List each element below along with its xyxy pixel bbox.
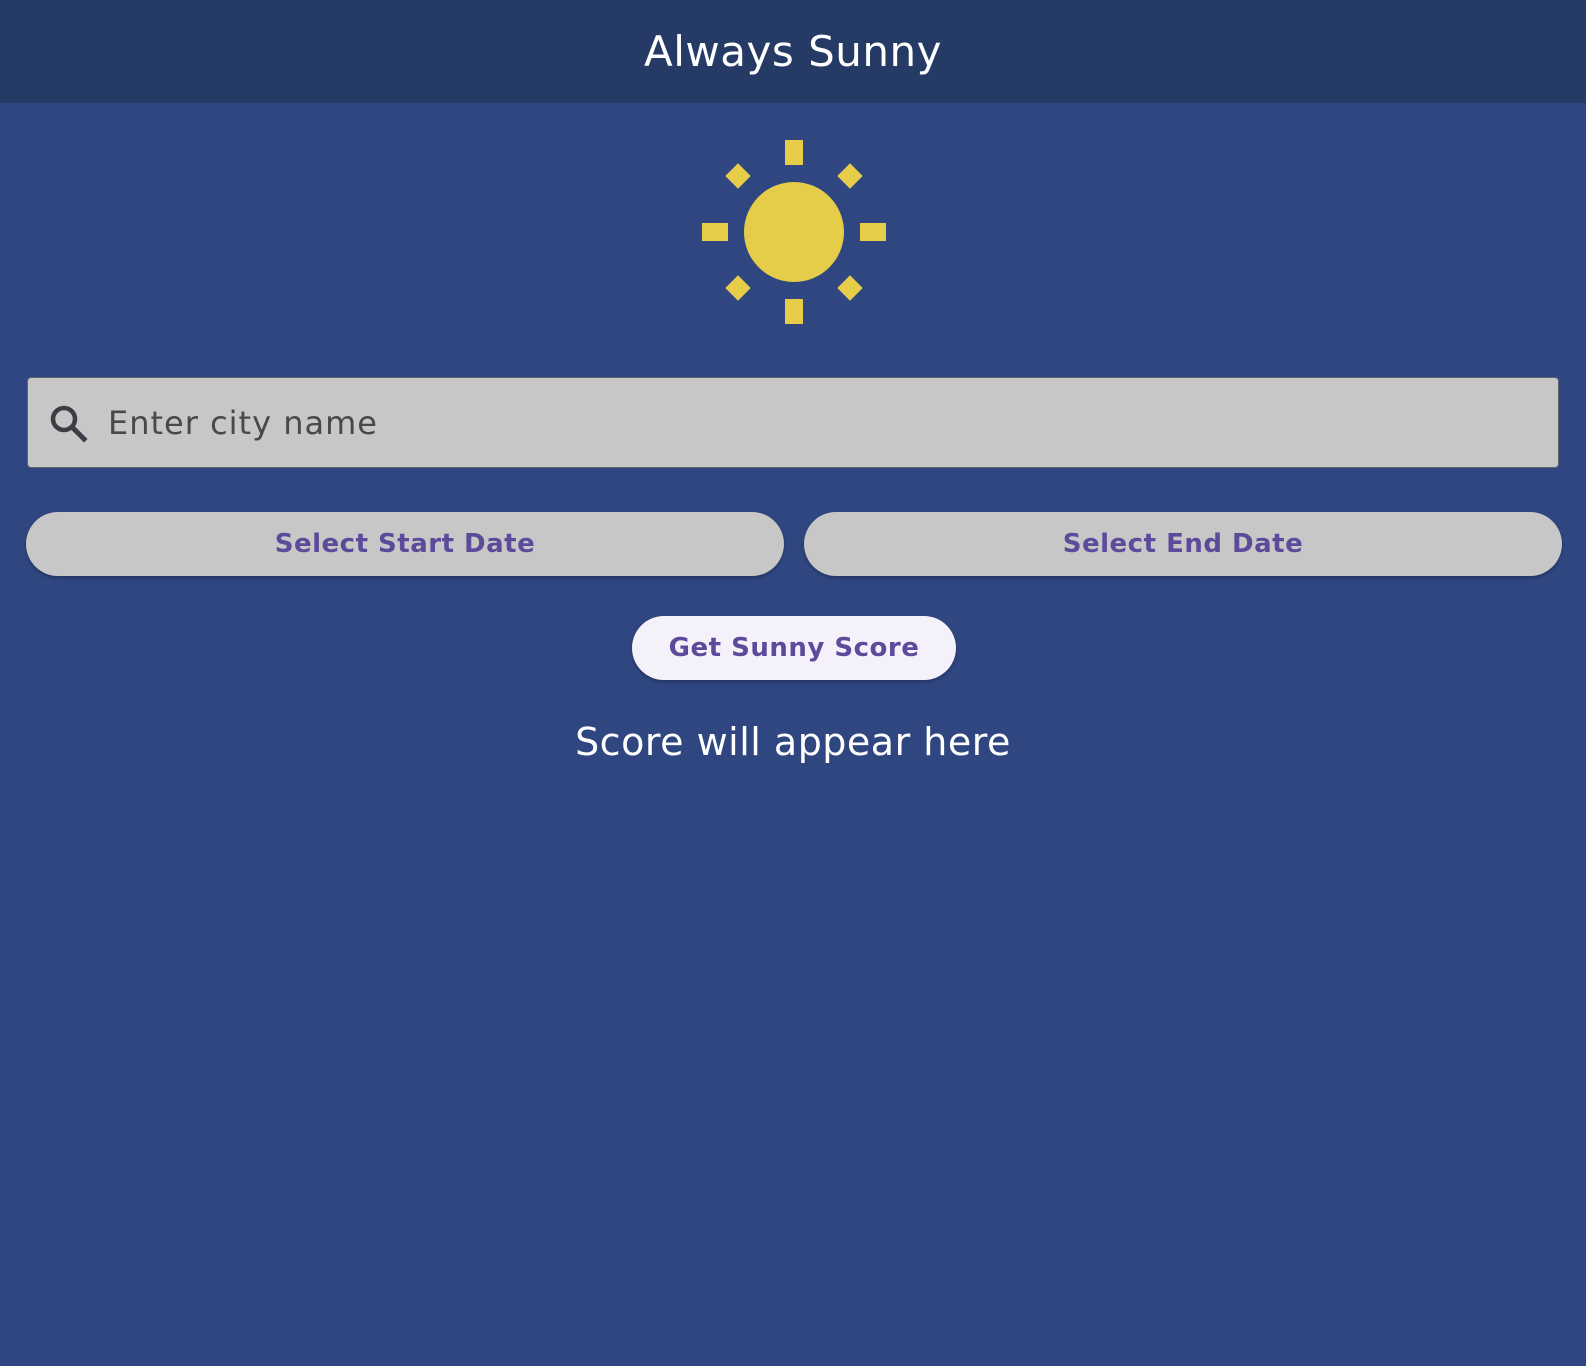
search-field[interactable] bbox=[27, 377, 1559, 468]
score-result-text: Score will appear here bbox=[575, 720, 1011, 764]
app-bar: Always Sunny bbox=[0, 0, 1586, 103]
app-title: Always Sunny bbox=[644, 27, 942, 76]
select-end-date-label: Select End Date bbox=[1062, 529, 1304, 559]
get-sunny-score-button[interactable]: Get Sunny Score bbox=[632, 616, 956, 680]
get-sunny-score-label: Get Sunny Score bbox=[668, 633, 920, 663]
select-start-date-button[interactable]: Select Start Date bbox=[26, 512, 784, 576]
select-end-date-button[interactable]: Select End Date bbox=[804, 512, 1562, 576]
search-icon bbox=[48, 403, 88, 443]
select-start-date-label: Select Start Date bbox=[274, 529, 536, 559]
city-search-input[interactable] bbox=[106, 391, 1538, 454]
sun-icon bbox=[702, 140, 886, 324]
app-root: Always Sunny Enter city name Select Star… bbox=[0, 0, 1586, 1366]
